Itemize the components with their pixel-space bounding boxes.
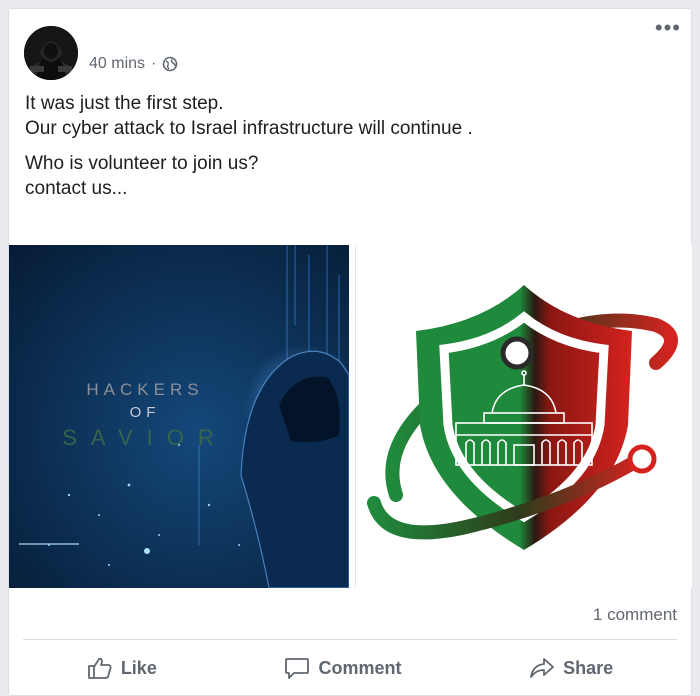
- more-options-icon[interactable]: •••: [655, 17, 681, 39]
- image-text-of: OF: [130, 404, 161, 421]
- post-timestamp[interactable]: 40 mins: [89, 55, 145, 73]
- globe-icon[interactable]: [162, 56, 178, 72]
- avatar[interactable]: [24, 26, 78, 80]
- comment-button[interactable]: Comment: [266, 650, 419, 686]
- like-button[interactable]: Like: [69, 650, 175, 686]
- meta-separator: ·: [151, 55, 157, 72]
- post-image-shield-logo[interactable]: [355, 245, 692, 588]
- share-icon: [530, 658, 555, 678]
- image-text-hackers: HACKERS: [86, 380, 203, 399]
- divider: [23, 639, 677, 640]
- comment-label: Comment: [318, 657, 402, 678]
- post-card: ••• 40 mins · It was just the first step…: [8, 8, 692, 696]
- post-line-3: Who is volunteer to join us?: [25, 153, 259, 174]
- post-line-1: It was just the first step.: [25, 93, 224, 114]
- post-paragraph-2: Who is volunteer to join us? contact us.…: [25, 151, 675, 201]
- post-paragraph-1: It was just the first step. Our cyber at…: [25, 91, 675, 141]
- image-text-savior: SAVIOR: [62, 425, 228, 450]
- comment-icon: [285, 658, 310, 679]
- share-button[interactable]: Share: [511, 650, 631, 686]
- like-label: Like: [120, 657, 157, 678]
- hackers-of-savior-image: HACKERS OF SAVIOR: [9, 245, 349, 588]
- post-image-hackers[interactable]: HACKERS OF SAVIOR: [9, 245, 349, 588]
- post-line-2: Our cyber attack to Israel infrastructur…: [25, 118, 473, 139]
- post-text: It was just the first step. Our cyber at…: [25, 91, 675, 211]
- shield-logo-image: [356, 245, 692, 588]
- avatar-image: [24, 26, 78, 80]
- post-actions-bar: Like Comment Share: [23, 645, 677, 691]
- comment-count[interactable]: 1 comment: [593, 605, 677, 625]
- share-label: Share: [563, 657, 614, 678]
- post-meta: 40 mins ·: [89, 55, 178, 73]
- post-line-4: contact us...: [25, 178, 128, 199]
- thumbs-up-icon: [87, 657, 112, 679]
